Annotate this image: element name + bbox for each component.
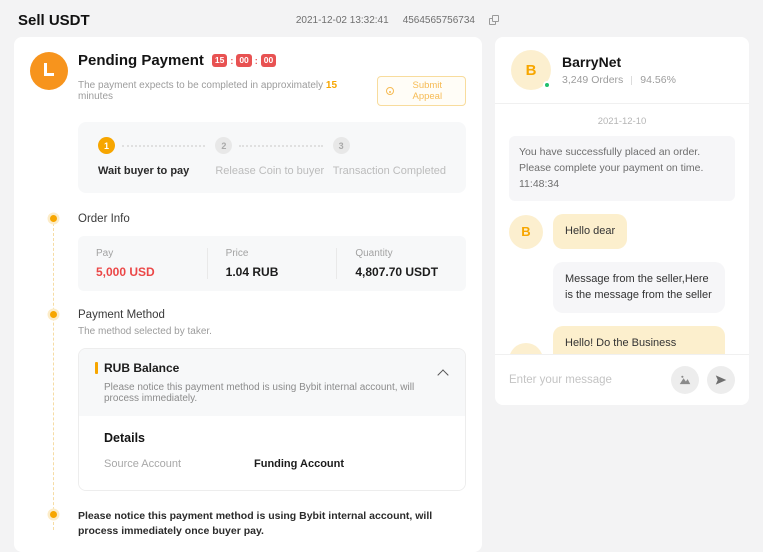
- method-note: Please notice this payment method is usi…: [95, 382, 449, 404]
- online-status-dot: [543, 81, 551, 89]
- pending-payment-title: Pending Payment: [78, 52, 204, 69]
- seller-completion-rate: 94.56%: [640, 74, 676, 86]
- order-detail-card: Pending Payment 15 : 00 : 00 The payment…: [14, 37, 482, 552]
- payment-method-section: Payment Method The method selected by ta…: [30, 309, 466, 491]
- chat-date: 2021-12-10: [509, 116, 735, 127]
- stats-divider: [631, 76, 632, 85]
- send-message-button[interactable]: [707, 366, 735, 394]
- seller-avatar-small: B: [509, 343, 543, 355]
- order-id: 4564565756734: [403, 15, 475, 26]
- quantity-value: 4,807.70 USDT: [355, 265, 448, 279]
- page-header: Sell USDT 2021-12-02 13:32:41 4564565756…: [0, 0, 763, 37]
- pending-payment-header: Pending Payment 15 : 00 : 00 The payment…: [30, 52, 466, 106]
- seller-auto-message-bubble: Message from the seller,Here is the mess…: [553, 262, 725, 313]
- timeline-dot: [50, 311, 57, 318]
- order-progress-steps: 1 Wait buyer to pay 2 Release Coin to bu…: [78, 122, 466, 193]
- seller-avatar: B: [511, 50, 551, 90]
- chat-message-row: Message from the seller,Here is the mess…: [509, 262, 735, 313]
- step-transaction-completed: 3 Transaction Completed: [333, 137, 446, 177]
- step-3-label: Transaction Completed: [333, 165, 446, 177]
- chat-message-row: B Hello! Do the Business English intensi…: [509, 326, 735, 354]
- step-2-label: Release Coin to buyer: [215, 165, 332, 177]
- p2p-sell-order-page: Sell USDT 2021-12-02 13:32:41 4564565756…: [0, 0, 763, 552]
- order-info-box: Pay 5,000 USD Price 1.04 RUB Quantity 4,…: [78, 236, 466, 291]
- submit-appeal-button[interactable]: Submit Appeal: [377, 76, 466, 106]
- seller-message-bubble: Hello dear: [553, 214, 627, 249]
- step-1-indicator: 1: [98, 137, 115, 154]
- step-1-label: Wait buyer to pay: [98, 165, 215, 177]
- timer-hours: 15: [212, 54, 227, 67]
- timer-seconds: 00: [261, 54, 276, 67]
- price-field: Price 1.04 RUB: [207, 248, 337, 279]
- source-account-row: Source Account Funding Account: [104, 458, 449, 470]
- seller-message-bubble: Hello! Do the Business English intensive…: [553, 326, 725, 354]
- image-icon: [678, 373, 692, 387]
- order-info-section: Order Info Pay 5,000 USD Price 1.04 RUB …: [30, 213, 466, 291]
- payment-method-details: Details Source Account Funding Account: [79, 416, 465, 490]
- seller-avatar-small: B: [509, 215, 543, 249]
- order-info-title: Order Info: [78, 213, 466, 225]
- timeline-dot: [50, 215, 57, 222]
- timeline-dot: [50, 511, 57, 518]
- chat-message-list[interactable]: 2021-12-10 You have successfully placed …: [495, 104, 749, 354]
- quantity-field: Quantity 4,807.70 USDT: [336, 248, 466, 279]
- pay-value: 5,000 USD: [96, 265, 189, 279]
- page-title: Sell USDT: [18, 12, 90, 29]
- appeal-icon: [386, 87, 394, 95]
- seller-stats: 3,249 Orders 94.56%: [562, 74, 676, 86]
- step-2-indicator: 2: [215, 137, 232, 154]
- pending-clock-icon: [30, 52, 68, 90]
- timer-minutes: 00: [236, 54, 251, 67]
- payment-method-box: RUB Balance Please notice this payment m…: [78, 348, 466, 491]
- seller-orders-count: 3,249 Orders: [562, 74, 623, 86]
- details-title: Details: [104, 431, 449, 445]
- copy-icon[interactable]: [489, 15, 500, 26]
- method-name: RUB Balance: [95, 361, 449, 375]
- attach-image-button[interactable]: [671, 366, 699, 394]
- countdown-timer: 15 : 00 : 00: [212, 54, 276, 67]
- chat-header: B BarryNet 3,249 Orders 94.56%: [495, 37, 749, 104]
- chat-panel: B BarryNet 3,249 Orders 94.56% 2021-12-1…: [495, 37, 749, 405]
- minutes-highlight: 15: [326, 80, 337, 91]
- system-message: You have successfully placed an order. P…: [509, 136, 735, 201]
- step-3-indicator: 3: [333, 137, 350, 154]
- content-area: Pending Payment 15 : 00 : 00 The payment…: [0, 37, 763, 552]
- price-value: 1.04 RUB: [226, 265, 319, 279]
- payment-method-head[interactable]: RUB Balance Please notice this payment m…: [79, 349, 465, 416]
- pending-subtitle: The payment expects to be completed in a…: [78, 80, 367, 102]
- source-account-label: Source Account: [104, 458, 254, 470]
- seller-name: BarryNet: [562, 54, 676, 70]
- bottom-notice: Please notice this payment method is usi…: [78, 509, 466, 538]
- send-icon: [714, 373, 728, 387]
- source-account-value: Funding Account: [254, 458, 344, 470]
- step-wait-buyer: 1 Wait buyer to pay: [98, 137, 215, 177]
- payment-method-title: Payment Method: [78, 309, 466, 321]
- chat-message-row: B Hello dear: [509, 214, 735, 249]
- order-meta: 2021-12-02 13:32:41 4564565756734: [296, 15, 500, 26]
- bottom-notice-section: Please notice this payment method is usi…: [30, 509, 466, 538]
- step-release-coin: 2 Release Coin to buyer: [215, 137, 332, 177]
- pay-field: Pay 5,000 USD: [78, 248, 207, 279]
- order-timestamp: 2021-12-02 13:32:41: [296, 15, 389, 26]
- chat-message-input[interactable]: [509, 374, 663, 386]
- chat-input-bar: [495, 354, 749, 405]
- payment-method-subtitle: The method selected by taker.: [78, 326, 466, 337]
